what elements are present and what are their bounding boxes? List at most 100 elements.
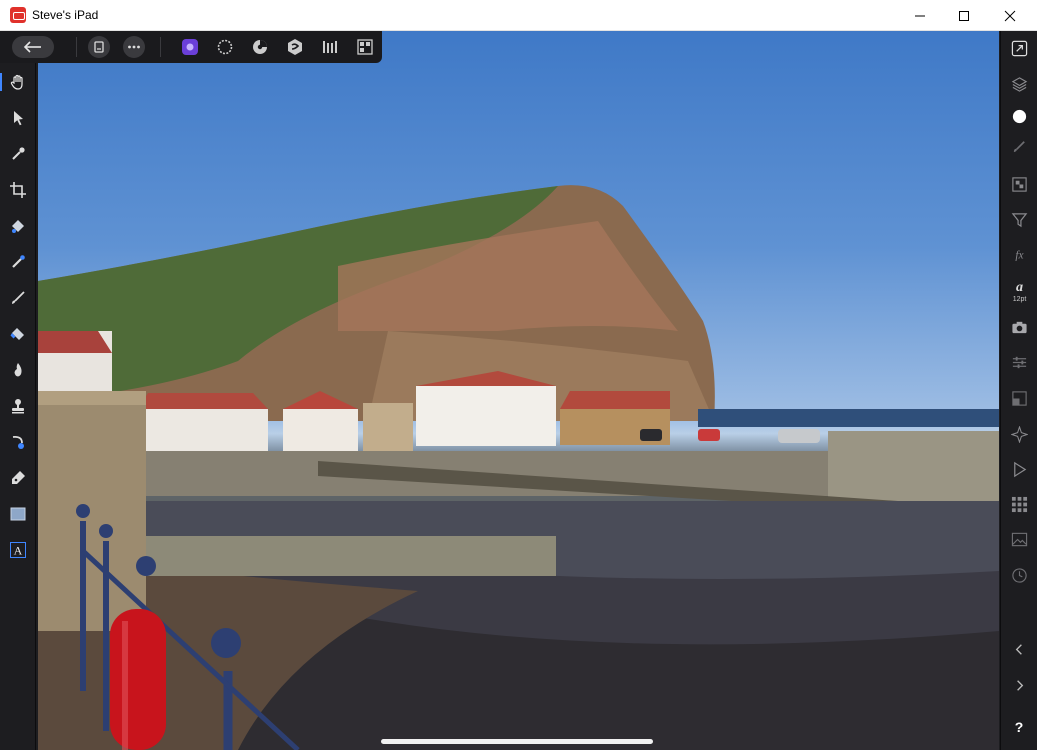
text-icon: A <box>10 542 26 558</box>
adjustments-studio-button[interactable] <box>1008 173 1030 195</box>
history-studio-button[interactable] <box>1008 564 1030 586</box>
play-icon <box>1013 461 1026 477</box>
burn-icon <box>14 363 22 377</box>
transform-studio-button[interactable] <box>1008 387 1030 409</box>
maximize-icon <box>959 10 969 21</box>
affinity-app-icon <box>10 7 26 23</box>
back-button[interactable] <box>12 36 54 58</box>
tone-mapping-persona-icon <box>288 39 302 55</box>
crosshair-studio-button[interactable] <box>1008 423 1030 445</box>
stock-studio-button[interactable] <box>1008 528 1030 550</box>
paint-brush-icon <box>12 291 25 304</box>
close-icon <box>1004 10 1016 21</box>
camera-icon <box>1011 321 1027 333</box>
layers-studio-button[interactable] <box>1008 73 1030 95</box>
more-button[interactable] <box>123 36 145 58</box>
layers-icon <box>1011 76 1027 92</box>
inpainting-tool[interactable] <box>7 431 29 453</box>
move-tool[interactable] <box>7 107 29 129</box>
flood-fill-tool[interactable] <box>7 215 29 237</box>
image-icon <box>1011 532 1027 546</box>
mosaic-button[interactable] <box>354 36 376 58</box>
develop-persona-icon <box>253 40 267 54</box>
color-icon <box>1012 109 1026 123</box>
hand-icon <box>10 74 23 90</box>
maximize-button[interactable] <box>941 0 987 31</box>
history-icon <box>1011 567 1027 583</box>
active-tool-indicator <box>0 73 2 91</box>
collapse-left-button[interactable] <box>1008 638 1030 660</box>
close-button[interactable] <box>987 0 1033 31</box>
photo-canvas[interactable] <box>38 31 999 750</box>
minimize-icon <box>915 15 925 16</box>
back-arrow-icon <box>23 41 41 53</box>
navigator-studio-button[interactable] <box>1008 37 1030 59</box>
flood-fill-icon <box>12 220 24 233</box>
help-icon: ? <box>1014 719 1024 735</box>
eraser-tool[interactable] <box>7 323 29 345</box>
window-titlebar: Steve's iPad <box>0 0 1037 31</box>
effects-studio-button[interactable]: fx <box>1008 243 1030 265</box>
left-toolbar: A <box>0 63 36 750</box>
color-picker-tool[interactable] <box>7 143 29 165</box>
burn-tool[interactable] <box>7 359 29 381</box>
document-icon <box>94 41 104 53</box>
svg-text:fx: fx <box>1015 249 1023 261</box>
macro-studio-button[interactable] <box>1008 458 1030 480</box>
collapse-right-button[interactable] <box>1008 674 1030 696</box>
pointer-icon <box>14 111 23 126</box>
clone-tool[interactable] <box>7 395 29 417</box>
grid-icon <box>1011 496 1027 512</box>
fx-icon: fx <box>1015 249 1023 261</box>
clone-stamp-icon <box>12 399 24 414</box>
harbour-photo <box>38 185 999 750</box>
ipad-screen: A fx a 12pt ? <box>0 31 1037 750</box>
top-toolbar <box>0 31 382 63</box>
window-title: Steve's iPad <box>32 8 99 22</box>
toolbar-separator <box>160 37 161 57</box>
photo-persona-button[interactable] <box>179 36 201 58</box>
export-persona-icon <box>323 41 337 53</box>
sliders-studio-button[interactable] <box>1008 351 1030 373</box>
hand-tool[interactable] <box>7 71 29 93</box>
rectangle-tool[interactable] <box>7 503 29 525</box>
crop-icon <box>10 182 26 198</box>
document-button[interactable] <box>88 36 110 58</box>
paint-brush-tool[interactable] <box>7 287 29 309</box>
inpainting-icon <box>12 435 24 449</box>
chevron-left-icon <box>1015 643 1022 655</box>
liquify-persona-icon <box>217 39 233 55</box>
minimize-button[interactable] <box>897 0 943 31</box>
text-size-label: 12pt <box>1012 296 1027 303</box>
grid-studio-button[interactable] <box>1008 493 1030 515</box>
navigator-icon <box>1011 40 1027 56</box>
camera-studio-button[interactable] <box>1008 316 1030 338</box>
sliders-icon <box>1012 356 1026 368</box>
crop-tool[interactable] <box>7 179 29 201</box>
selection-brush-icon <box>12 255 25 268</box>
eyedropper-icon <box>12 147 25 160</box>
mosaic-icon <box>357 39 373 55</box>
transform-icon <box>1011 390 1027 406</box>
filters-studio-button[interactable] <box>1008 208 1030 230</box>
brushes-icon <box>1013 140 1025 152</box>
color-studio-button[interactable] <box>1008 105 1030 127</box>
export-persona-button[interactable] <box>319 36 341 58</box>
brushes-studio-button[interactable] <box>1008 135 1030 157</box>
help-button[interactable]: ? <box>1008 716 1030 738</box>
filters-icon <box>1011 212 1027 227</box>
crosshair-icon <box>1010 425 1028 443</box>
pen-tool[interactable] <box>7 467 29 489</box>
home-indicator[interactable] <box>381 739 653 744</box>
eraser-icon <box>10 328 24 340</box>
selection-brush-tool[interactable] <box>7 251 29 273</box>
svg-text:A: A <box>14 544 23 558</box>
develop-persona-button[interactable] <box>249 36 271 58</box>
tone-mapping-persona-button[interactable] <box>284 36 306 58</box>
text-tool[interactable]: A <box>7 539 29 561</box>
adjustments-icon <box>1011 176 1027 192</box>
liquify-persona-button[interactable] <box>214 36 236 58</box>
toolbar-separator <box>76 37 77 57</box>
pen-icon <box>12 471 25 484</box>
text-studio-button[interactable]: a <box>1008 275 1030 297</box>
